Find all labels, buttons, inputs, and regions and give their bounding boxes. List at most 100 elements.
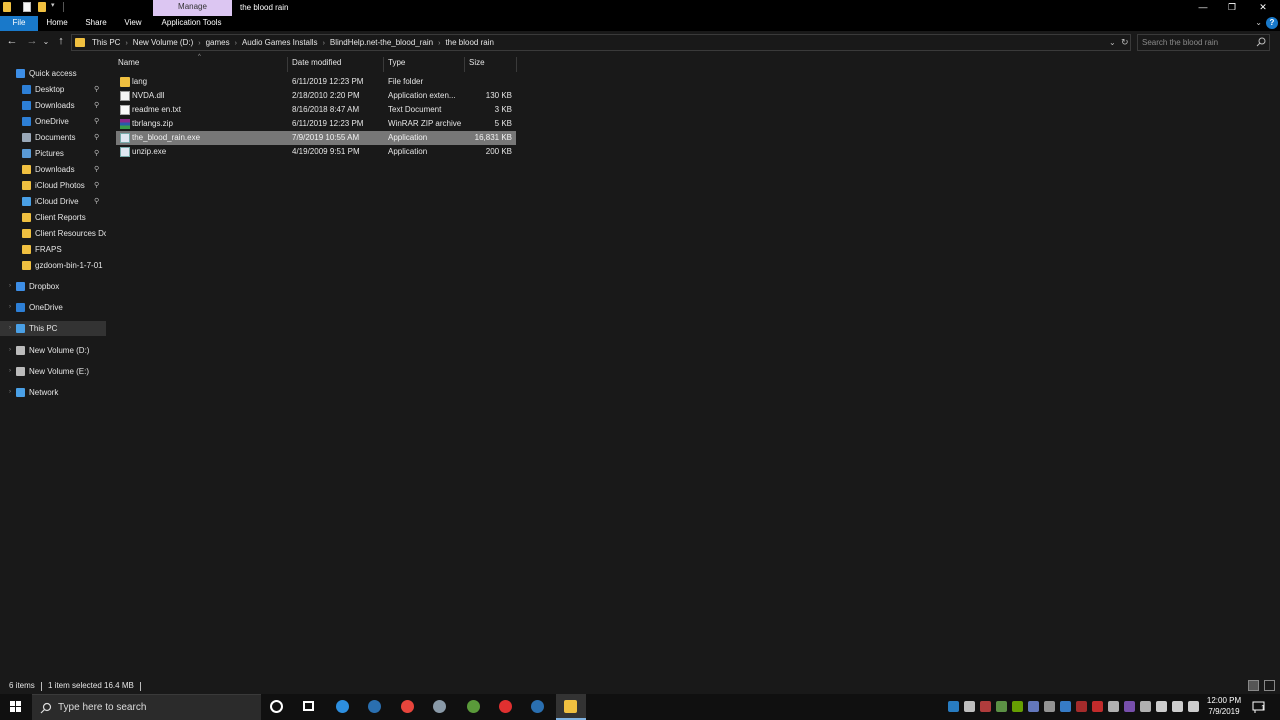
taskbar-app-cortana[interactable] (262, 694, 292, 720)
help-icon[interactable]: ? (1266, 17, 1278, 29)
search-icon[interactable] (1256, 37, 1266, 47)
usb-icon[interactable] (1140, 701, 1151, 712)
breadcrumb-item[interactable]: New Volume (D:) (133, 38, 193, 47)
minimize-button[interactable]: — (1188, 0, 1218, 16)
properties-icon[interactable] (23, 2, 31, 12)
refresh-icon[interactable]: ↻ (1121, 35, 1129, 50)
pin-icon[interactable]: ⚲ (94, 194, 99, 209)
sidebar-item-quick-access[interactable]: Quick access (0, 66, 106, 81)
chevron-right-icon[interactable]: › (9, 300, 11, 315)
customize-quick-access-icon[interactable]: ▾ (51, 1, 55, 9)
chevron-right-icon[interactable]: › (9, 343, 11, 358)
sidebar-item-this-pc[interactable]: › This PC (0, 321, 106, 336)
tab-file[interactable]: File (0, 16, 38, 31)
taskbar-app-chrome[interactable] (393, 694, 423, 720)
taskbar-app-task-view[interactable] (294, 694, 324, 720)
pin-icon[interactable]: ⚲ (94, 130, 99, 145)
sidebar-item-downloads[interactable]: Downloads ⚲ (0, 98, 106, 113)
sidebar-item-dropbox[interactable]: › Dropbox (0, 279, 106, 294)
tab-home[interactable]: Home (40, 16, 74, 31)
sidebar-item-client-resources-dc[interactable]: Client Resources Dc (0, 226, 106, 241)
speaker-icon[interactable] (1188, 701, 1199, 712)
steam-icon[interactable] (1108, 701, 1119, 712)
close-button[interactable]: ✕ (1248, 0, 1278, 16)
column-header-date-modified[interactable]: Date modified (288, 57, 384, 72)
recent-locations-button[interactable]: ⌄ (39, 35, 53, 49)
address-bar[interactable]: This PC › New Volume (D:) › games › Audio Game… (71, 34, 1131, 51)
sidebar-item-new-volume-e-[interactable]: › New Volume (E:) (0, 364, 106, 379)
taskbar-app-file-explorer[interactable] (556, 694, 586, 720)
onenote-icon[interactable] (1124, 701, 1135, 712)
sidebar-item-pictures[interactable]: Pictures ⚲ (0, 146, 106, 161)
taskbar-app-edge[interactable] (328, 694, 358, 720)
sidebar-item-icloud-drive[interactable]: iCloud Drive ⚲ (0, 194, 106, 209)
sidebar-item-downloads[interactable]: Downloads ⚲ (0, 162, 106, 177)
search-box[interactable] (1137, 34, 1270, 51)
dropbox-icon[interactable] (1060, 701, 1071, 712)
breadcrumb-separator[interactable]: › (323, 40, 325, 47)
winrar-icon[interactable] (1076, 701, 1087, 712)
monitor-icon[interactable] (1044, 701, 1055, 712)
breadcrumb-item[interactable]: Audio Games Installs (242, 38, 318, 47)
breadcrumb-separator[interactable]: › (235, 40, 237, 47)
chevron-right-icon[interactable]: › (9, 279, 11, 294)
taskbar-search-box[interactable]: Type here to search (32, 694, 261, 720)
sidebar-item-documents[interactable]: Documents ⚲ (0, 130, 106, 145)
chevron-right-icon[interactable]: › (9, 321, 11, 336)
sidebar-item-gzdoom-bin-1-7-01[interactable]: gzdoom-bin-1-7-01 (0, 258, 106, 273)
expand-ribbon-icon[interactable]: ⌄ (1255, 16, 1262, 30)
chevron-right-icon[interactable]: › (9, 364, 11, 379)
file-row[interactable]: unzip.exe 4/19/2009 9:51 PM Application 200… (116, 145, 516, 159)
new-folder-icon[interactable] (38, 2, 46, 12)
cloud-icon[interactable] (1156, 701, 1167, 712)
folder-icon[interactable] (3, 2, 11, 12)
pin-icon[interactable]: ⚲ (94, 162, 99, 177)
large-icons-view-icon[interactable] (1264, 680, 1275, 691)
sidebar-item-network[interactable]: › Network (0, 385, 106, 400)
pin-icon[interactable]: ⚲ (94, 98, 99, 113)
taskbar-app-recorder[interactable] (491, 694, 521, 720)
volume-mixer-icon[interactable] (980, 701, 991, 712)
file-row[interactable]: the_blood_rain.exe 7/9/2019 10:55 AM Appli… (116, 131, 516, 145)
breadcrumb-separator[interactable]: › (125, 40, 127, 47)
breadcrumb-separator[interactable]: › (198, 40, 200, 47)
pin-icon[interactable]: ⚲ (94, 178, 99, 193)
tab-view[interactable]: View (118, 16, 148, 31)
file-row[interactable]: readme en.txt 8/16/2018 8:47 AM Text Docum… (116, 103, 516, 117)
sidebar-item-client-reports[interactable]: Client Reports (0, 210, 106, 225)
column-header-size[interactable]: Size (465, 57, 517, 72)
sidebar-item-new-volume-d-[interactable]: › New Volume (D:) (0, 343, 106, 358)
taskbar-app-minecraft[interactable] (459, 694, 489, 720)
column-header-type[interactable]: Type (384, 57, 465, 72)
discord-icon[interactable] (1028, 701, 1039, 712)
action-center-icon[interactable]: 1 (1252, 700, 1266, 714)
sidebar-item-onedrive[interactable]: › OneDrive (0, 300, 106, 315)
manage-contextual-tab[interactable]: Manage (153, 0, 232, 16)
clock[interactable]: 12:00 PM 7/9/2019 (1203, 695, 1245, 717)
sidebar-item-icloud-photos[interactable]: iCloud Photos ⚲ (0, 178, 106, 193)
microphone-icon[interactable] (964, 701, 975, 712)
tab-share[interactable]: Share (79, 16, 113, 31)
address-dropdown-icon[interactable]: ⌄ (1109, 35, 1116, 50)
breadcrumb-item[interactable]: games (206, 38, 230, 47)
restore-button[interactable]: ❐ (1217, 0, 1247, 16)
pin-icon[interactable]: ⚲ (94, 82, 99, 97)
taskbar-app-shield-app[interactable] (425, 694, 455, 720)
file-row[interactable]: tbrlangs.zip 6/11/2019 12:23 PM WinRAR ZIP… (116, 117, 516, 131)
up-button[interactable]: ↑ (54, 35, 68, 49)
breadcrumb-item[interactable]: BlindHelp.net-the_blood_rain (330, 38, 433, 47)
pin-icon[interactable]: ⚲ (94, 114, 99, 129)
search-input[interactable] (1142, 36, 1252, 49)
network-icon[interactable] (1172, 701, 1183, 712)
chevron-right-icon[interactable]: › (9, 385, 11, 400)
nvidia-icon[interactable] (1012, 701, 1023, 712)
game-icon[interactable] (996, 701, 1007, 712)
sidebar-item-onedrive[interactable]: OneDrive ⚲ (0, 114, 106, 129)
file-row[interactable]: NVDA.dll 2/18/2010 2:20 PM Application ext… (116, 89, 516, 103)
forward-button[interactable]: → (25, 35, 39, 49)
taskbar-app-steam[interactable] (523, 694, 553, 720)
windows-start-icon[interactable] (0, 694, 32, 720)
breadcrumb-item[interactable]: This PC (92, 38, 120, 47)
taskbar-app-steam[interactable] (360, 694, 390, 720)
tab-application-tools[interactable]: Application Tools (154, 16, 229, 31)
